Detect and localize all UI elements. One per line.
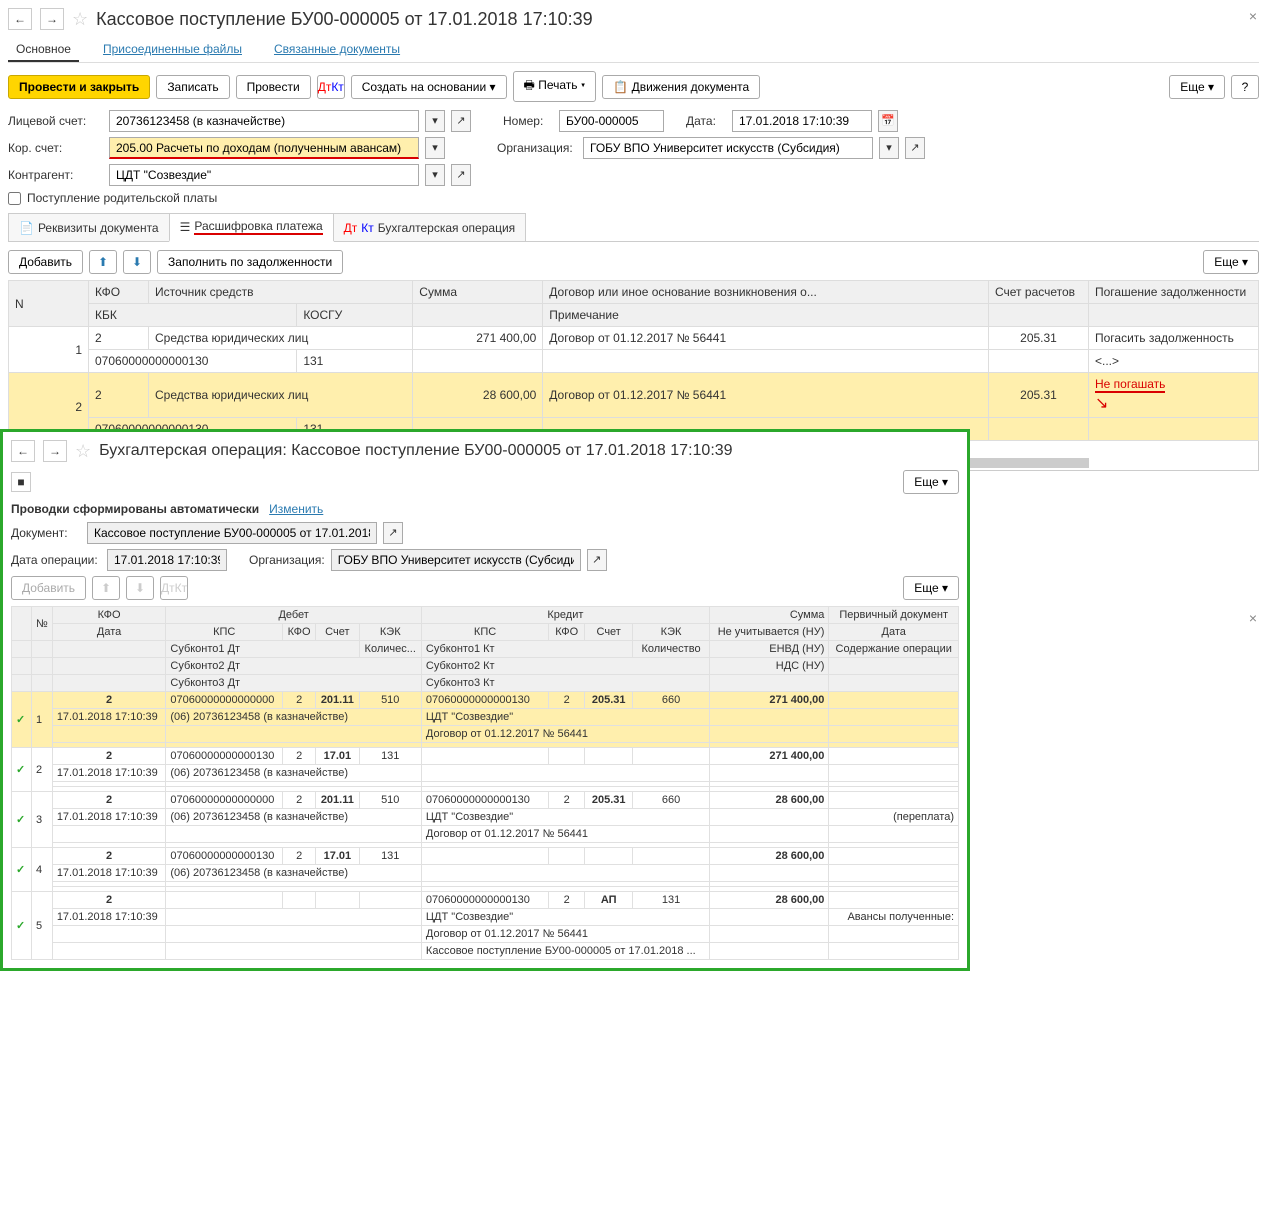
stop-icon[interactable]: ■ — [11, 472, 31, 492]
print-button[interactable]: 🖶 Печать ▾ — [513, 71, 597, 102]
payment-table: N КФО Источник средств Сумма Договор или… — [8, 280, 1259, 441]
tab-main[interactable]: Основное — [8, 38, 79, 62]
move-up-button[interactable]: ⬆ — [89, 250, 117, 274]
tab-files[interactable]: Присоединенные файлы — [95, 38, 250, 62]
auto-label: Проводки сформированы автоматически — [11, 502, 259, 516]
post-button[interactable]: Провести — [236, 75, 311, 99]
add-row-button[interactable]: Добавить — [8, 250, 83, 274]
sub-org-input — [331, 549, 581, 571]
posting-row[interactable]: Договор от 01.12.2017 № 56441 — [12, 926, 959, 943]
fill-button[interactable]: Заполнить по задолженности — [157, 250, 343, 274]
sub-back-button[interactable]: ← — [11, 440, 35, 462]
close-button[interactable]: × — [1249, 8, 1257, 24]
table-row[interactable]: 07060000000000130131 <...> — [9, 350, 1259, 373]
open-icon[interactable]: ↗ — [451, 164, 471, 186]
acct-label: Лицевой счет: — [8, 114, 103, 128]
dropdown-icon[interactable]: ▾ — [425, 110, 445, 132]
sub-down-button: ⬇ — [126, 576, 154, 600]
save-button[interactable]: Записать — [156, 75, 229, 99]
posting-row[interactable]: Договор от 01.12.2017 № 56441 — [12, 826, 959, 843]
posting-row[interactable]: 17.01.2018 17:10:39 (06) 20736123458 (в … — [12, 809, 959, 826]
sub-dtkt-button: ДтКт — [160, 576, 188, 600]
dropdown-icon[interactable]: ▾ — [879, 137, 899, 159]
tab-requisites[interactable]: 📄 Реквизиты документа — [8, 213, 170, 241]
posting-row[interactable]: 17.01.2018 17:10:39 (06) 20736123458 (в … — [12, 865, 959, 882]
sub-title: Бухгалтерская операция: Кассовое поступл… — [99, 442, 732, 460]
posting-row[interactable]: Кассовое поступление БУ00-000005 от 17.0… — [12, 943, 959, 960]
opdate-input — [107, 549, 227, 571]
posting-row[interactable]: ✓ 3 2 070600000000000002201.11510 070600… — [12, 792, 959, 809]
open-icon[interactable]: ↗ — [451, 110, 471, 132]
dropdown-icon[interactable]: ▾ — [425, 137, 445, 159]
create-based-button[interactable]: Создать на основании ▾ — [351, 75, 507, 99]
kor-input[interactable] — [109, 137, 419, 159]
sub-favorite-icon[interactable]: ☆ — [75, 441, 91, 462]
more-button[interactable]: Еще ▾ — [1169, 75, 1225, 99]
num-label: Номер: — [503, 114, 553, 128]
sub-forward-button[interactable]: → — [43, 440, 67, 462]
date-label: Дата: — [686, 114, 726, 128]
favorite-icon[interactable]: ☆ — [72, 9, 88, 30]
open-icon[interactable]: ↗ — [587, 549, 607, 571]
posting-row[interactable]: 17.01.2018 17:10:39 (06) 20736123458 (в … — [12, 709, 959, 726]
sub-more2-button[interactable]: Еще ▾ — [903, 576, 959, 600]
org-label: Организация: — [497, 141, 577, 155]
tab-decode[interactable]: ☰ Расшифровка платежа — [169, 213, 334, 242]
scrollbar[interactable] — [969, 458, 1089, 468]
posting-row[interactable]: Договор от 01.12.2017 № 56441 — [12, 726, 959, 743]
org-input[interactable] — [583, 137, 873, 159]
calendar-icon[interactable]: 📅 — [878, 110, 898, 132]
posting-row[interactable]: ✓ 5 2 070600000000001302АП131 28 600,00 — [12, 892, 959, 909]
postings-table: № КФО Дебет Кредит Сумма Первичный докум… — [11, 606, 959, 960]
posting-row[interactable]: 17.01.2018 17:10:39 (06) 20736123458 (в … — [12, 765, 959, 782]
posting-row[interactable]: 17.01.2018 17:10:39 ЦДТ "Созвездие" Аван… — [12, 909, 959, 926]
date-input[interactable] — [732, 110, 872, 132]
back-button[interactable]: ← — [8, 8, 32, 30]
tab-related[interactable]: Связанные документы — [266, 38, 408, 62]
opdate-label: Дата операции: — [11, 553, 101, 567]
sub-add-button: Добавить — [11, 576, 86, 600]
table-row[interactable]: 1 2Средства юридических лиц 271 400,00До… — [9, 327, 1259, 350]
move-down-button[interactable]: ⬇ — [123, 250, 151, 274]
parent-pay-checkbox[interactable] — [8, 192, 21, 205]
post-close-button[interactable]: Провести и закрыть — [8, 75, 150, 99]
dropdown-icon[interactable]: ▾ — [425, 164, 445, 186]
close-button-2[interactable]: × — [1249, 610, 1257, 626]
dtkt-button[interactable]: ДтКт — [317, 75, 345, 99]
sub-up-button: ⬆ — [92, 576, 120, 600]
doc-input — [87, 522, 377, 544]
num-input[interactable] — [559, 110, 664, 132]
contr-label: Контрагент: — [8, 168, 103, 182]
open-icon[interactable]: ↗ — [905, 137, 925, 159]
sub-more-button[interactable]: Еще ▾ — [903, 470, 959, 494]
forward-button[interactable]: → — [40, 8, 64, 30]
contr-input[interactable] — [109, 164, 419, 186]
posting-row[interactable]: ✓ 2 2 07060000000000130217.01131 271 400… — [12, 748, 959, 765]
page-title: Кассовое поступление БУ00-000005 от 17.0… — [96, 9, 593, 30]
tab-accounting[interactable]: ДтКт Бухгалтерская операция — [333, 213, 527, 241]
acct-input[interactable] — [109, 110, 419, 132]
more-rows-button[interactable]: Еще ▾ — [1203, 250, 1259, 274]
table-row[interactable]: 2 2Средства юридических лиц 28 600,00Дог… — [9, 373, 1259, 418]
doc-label: Документ: — [11, 526, 81, 540]
help-button[interactable]: ? — [1231, 75, 1259, 99]
movements-button[interactable]: 📋 Движения документа — [602, 75, 760, 99]
posting-row[interactable]: ✓ 1 2 070600000000000002201.11510 070600… — [12, 692, 959, 709]
sub-org-label: Организация: — [249, 553, 325, 567]
open-icon[interactable]: ↗ — [383, 522, 403, 544]
kor-label: Кор. счет: — [8, 141, 103, 155]
posting-row[interactable]: ✓ 4 2 07060000000000130217.01131 28 600,… — [12, 848, 959, 865]
change-link[interactable]: Изменить — [269, 502, 323, 516]
parent-pay-label: Поступление родительской платы — [27, 191, 217, 205]
